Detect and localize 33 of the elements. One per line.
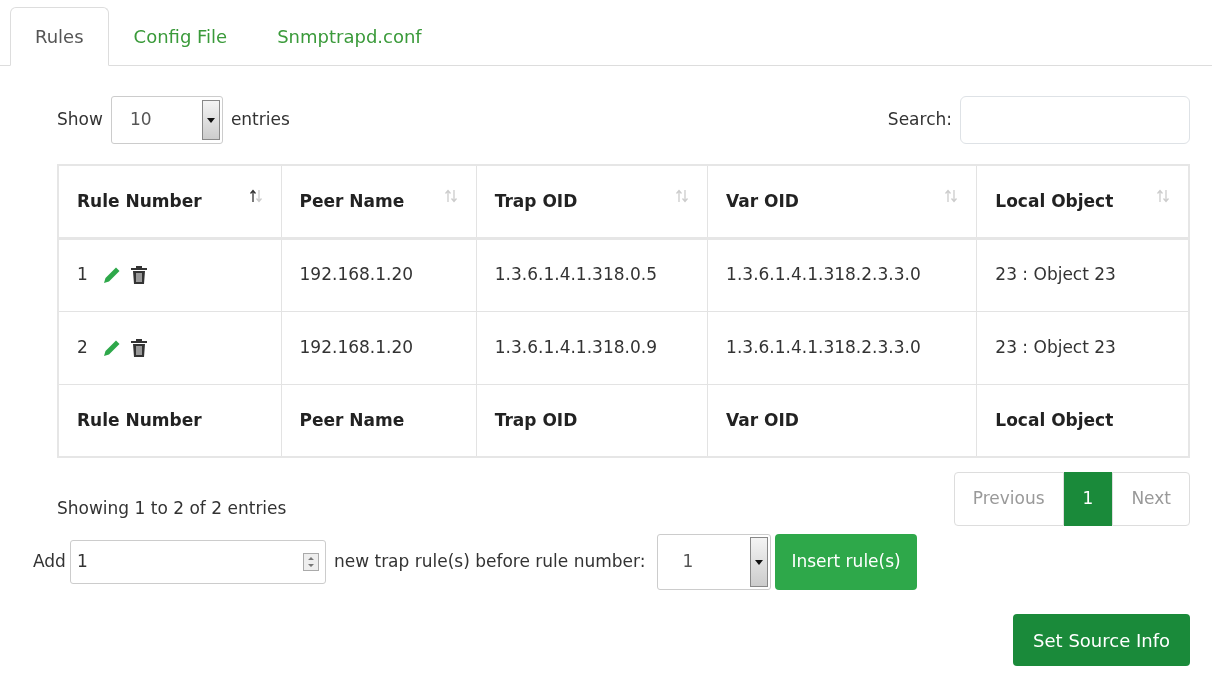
set-source-button[interactable]: Set Source Info bbox=[1013, 614, 1190, 666]
table-cell: 1.3.6.1.4.1.318.2.3.3.0 bbox=[707, 238, 977, 311]
edit-icon[interactable] bbox=[101, 265, 122, 285]
column-header[interactable]: Rule Number bbox=[58, 165, 282, 238]
entries-info: Showing 1 to 2 of 2 entries bbox=[57, 497, 287, 520]
count-field[interactable]: 1 bbox=[69, 540, 326, 584]
table-cell: 192.168.1.20 bbox=[281, 311, 477, 384]
table-cell: 1.3.6.1.4.1.318.0.9 bbox=[476, 311, 708, 384]
trash-icon[interactable] bbox=[129, 265, 148, 285]
column-header[interactable]: Var OID bbox=[707, 165, 977, 238]
column-header[interactable]: Peer Name bbox=[281, 165, 477, 238]
table-cell-text: 1 bbox=[77, 263, 88, 287]
position-select[interactable]: 1 bbox=[657, 534, 772, 590]
trash-icon[interactable] bbox=[129, 337, 148, 358]
search-field[interactable] bbox=[960, 96, 1190, 144]
table-cell: 192.168.1.20 bbox=[281, 238, 477, 311]
tab[interactable]: Config File bbox=[108, 7, 253, 66]
caret-icon bbox=[206, 117, 215, 123]
tab[interactable]: Snmptrapd.conf bbox=[252, 7, 447, 66]
table-cell: 1.3.6.1.4.1.318.2.3.3.0 bbox=[707, 311, 977, 384]
spinner-icon[interactable] bbox=[302, 553, 319, 571]
show-label: Show bbox=[57, 108, 103, 132]
column-header[interactable]: Trap OID bbox=[476, 165, 708, 238]
add-label: Add bbox=[33, 550, 66, 574]
table-cell-text: 2 bbox=[77, 335, 88, 359]
search-label: Search: bbox=[887, 108, 952, 132]
insert-label: new trap rule(s) before rule number: bbox=[333, 550, 646, 574]
page-button[interactable]: 1 bbox=[1063, 472, 1113, 526]
entries-label: entries bbox=[230, 108, 290, 132]
entries-select[interactable]: 10 bbox=[110, 96, 223, 144]
table-cell: 1.3.6.1.4.1.318.0.5 bbox=[476, 238, 708, 311]
tab[interactable]: Rules bbox=[10, 7, 109, 66]
caret-icon bbox=[755, 559, 764, 565]
